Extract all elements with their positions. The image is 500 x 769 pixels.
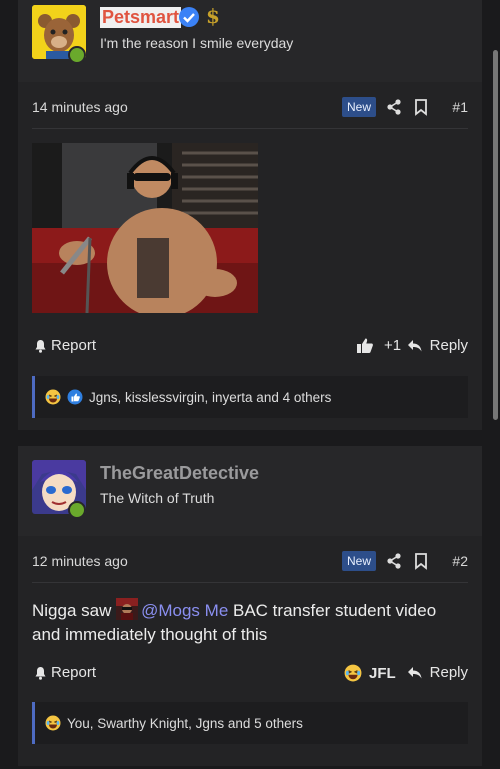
share-icon[interactable]: [386, 552, 402, 570]
verified-badge-icon: [178, 6, 200, 28]
username[interactable]: Petsmart: [100, 7, 182, 28]
new-badge: New: [341, 97, 376, 117]
reactions-bar[interactable]: You, Swarthy Knight, Jgns and 5 others: [32, 702, 468, 744]
reactions-bar[interactable]: Jgns, kisslessvirgin, inyerta and 4 othe…: [32, 376, 468, 418]
bell-icon: [35, 666, 46, 680]
reply-button[interactable]: Reply: [407, 337, 468, 354]
reply-button[interactable]: Reply: [407, 664, 468, 681]
laughing-emoji-icon: [45, 715, 61, 731]
mention-avatar: [116, 598, 139, 620]
post-time[interactable]: 12 minutes ago: [32, 553, 128, 569]
post-2-user-header: TheGreatDetective The Witch of Truth: [18, 446, 482, 536]
post-1-user-header: Petsmart $ I'm the reason I smile everyd…: [18, 0, 482, 82]
message-text: Nigga saw: [32, 601, 117, 620]
reaction-label: JFL: [369, 664, 396, 682]
scrollbar[interactable]: [493, 50, 498, 420]
post-1: Petsmart $ I'm the reason I smile everyd…: [18, 0, 482, 430]
report-label: Report: [51, 337, 97, 354]
bell-icon: [35, 339, 46, 353]
react-button[interactable]: +1: [356, 337, 401, 354]
post-meta: 14 minutes ago New #1: [32, 96, 468, 120]
post-actions: Report JFL Reply: [32, 664, 468, 688]
reactions-summary: Jgns, kisslessvirgin, inyerta and 4 othe…: [89, 389, 332, 405]
divider: [32, 128, 468, 129]
thumbs-up-icon: [357, 338, 373, 353]
post-actions: Report +1 Reply: [32, 337, 468, 361]
reaction-count: +1: [384, 337, 402, 354]
like-emoji-icon: [67, 389, 83, 405]
reply-label: Reply: [429, 337, 468, 354]
react-button[interactable]: JFL: [344, 664, 396, 682]
dollar-icon: $: [206, 4, 220, 28]
mention-link[interactable]: @Mogs Me: [141, 601, 228, 620]
new-badge: New: [341, 551, 376, 571]
share-icon[interactable]: [386, 98, 402, 116]
post-image[interactable]: [32, 143, 258, 313]
report-button[interactable]: Report: [34, 664, 96, 681]
online-indicator: [68, 46, 86, 64]
username[interactable]: TheGreatDetective: [100, 463, 259, 484]
report-label: Report: [51, 664, 97, 681]
post-number[interactable]: #2: [452, 553, 468, 569]
post-meta: 12 minutes ago New #2: [32, 550, 468, 574]
user-title: I'm the reason I smile everyday: [100, 35, 294, 51]
post-message: Nigga saw @Mogs Me BAC transfer student …: [32, 598, 468, 647]
bookmark-icon[interactable]: [414, 98, 428, 116]
bookmark-icon[interactable]: [414, 552, 428, 570]
reply-label: Reply: [429, 664, 468, 681]
user-title: The Witch of Truth: [100, 490, 215, 506]
reply-icon: [407, 666, 422, 678]
reply-icon: [407, 339, 422, 351]
post-2: TheGreatDetective The Witch of Truth 12 …: [18, 446, 482, 766]
divider: [32, 582, 468, 583]
laughing-emoji-icon: [45, 389, 61, 405]
laughing-emoji-icon: [344, 664, 362, 682]
post-number[interactable]: #1: [452, 99, 468, 115]
reactions-summary: You, Swarthy Knight, Jgns and 5 others: [67, 715, 303, 731]
post-time[interactable]: 14 minutes ago: [32, 99, 128, 115]
report-button[interactable]: Report: [34, 337, 96, 354]
online-indicator: [68, 501, 86, 519]
